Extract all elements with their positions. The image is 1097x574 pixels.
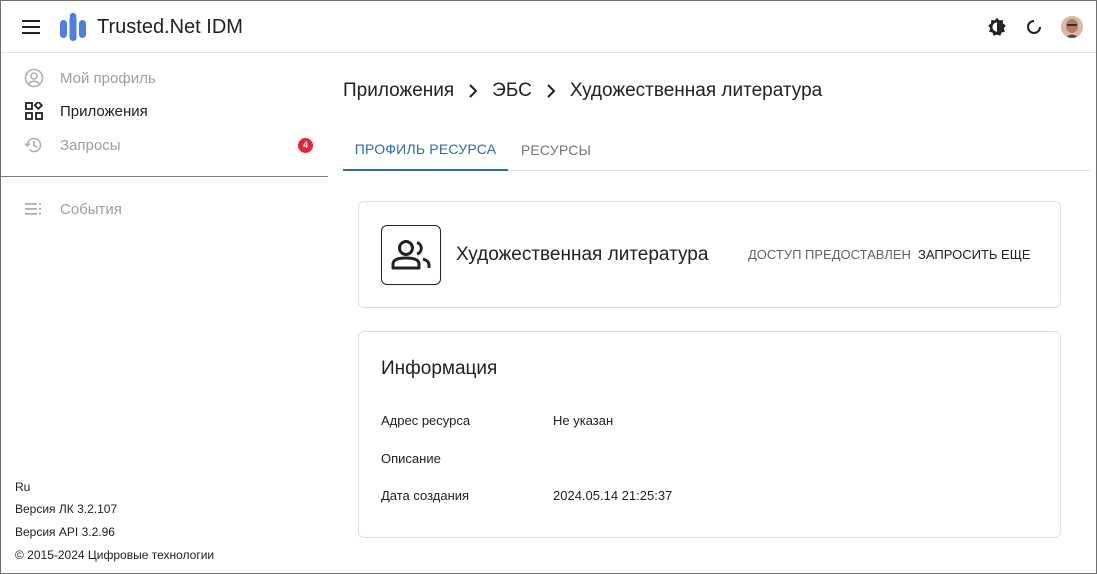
theme-toggle-button[interactable]	[986, 16, 1008, 38]
account-circle-icon	[23, 67, 45, 89]
brightness-icon	[988, 17, 1006, 36]
resource-card: Художественная литература ДОСТУП ПРЕДОСТ…	[358, 201, 1061, 308]
breadcrumb-item-current: Художественная литература	[569, 80, 823, 101]
tab-resources[interactable]: РЕСУРСЫ	[508, 128, 604, 171]
breadcrumb-item-applications[interactable]: Приложения	[343, 80, 454, 102]
request-more-button[interactable]: ЗАПРОСИТЬ ЕЩЕ	[918, 247, 1031, 262]
avatar-image	[1061, 16, 1083, 38]
menu-icon	[22, 20, 40, 34]
breadcrumb-item-ebs[interactable]: ЭБС	[492, 80, 532, 102]
menu-button[interactable]	[20, 17, 42, 37]
sidebar-item-profile[interactable]: Мой профиль	[1, 62, 328, 94]
sidebar-item-applications[interactable]: Приложения	[1, 95, 328, 127]
info-title: Информация	[381, 358, 498, 379]
sidebar-item-label: Приложения	[60, 102, 148, 120]
app-title: Trusted.Net IDM	[97, 16, 243, 38]
info-value-address: Не указан	[553, 413, 614, 428]
refresh-icon	[1027, 20, 1041, 34]
resource-title: Художественная литература	[456, 244, 709, 265]
logo-icon	[60, 12, 86, 42]
history-icon	[23, 134, 45, 156]
sidebar-item-events[interactable]: События	[1, 193, 328, 225]
apps-grid-icon	[23, 100, 45, 122]
refresh-button[interactable]	[1023, 16, 1045, 38]
language-switch[interactable]: Ru	[15, 480, 30, 494]
top-app-bar: Trusted.Net IDM	[1, 1, 1096, 53]
info-label-description: Описание	[381, 451, 441, 466]
info-card: Информация Адрес ресурса Не указан Описа…	[358, 331, 1061, 538]
tab-bar: ПРОФИЛЬ РЕСУРСА РЕСУРСЫ	[343, 128, 1090, 171]
version-lk: Версия ЛК 3.2.107	[15, 502, 118, 516]
avatar[interactable]	[1061, 16, 1083, 38]
info-label-created: Дата создания	[381, 488, 470, 503]
access-status: ДОСТУП ПРЕДОСТАВЛЕН	[748, 247, 911, 262]
sidebar-item-label: Мой профиль	[60, 69, 156, 87]
breadcrumb: Приложения ЭБС Художественная литература	[343, 80, 822, 102]
sidebar-item-label: Запросы	[60, 136, 121, 154]
list-icon	[23, 198, 45, 220]
info-value-created: 2024.05.14 21:25:37	[553, 488, 673, 503]
copyright: © 2015-2024 Цифровые технологии	[15, 548, 215, 562]
sidebar-divider	[1, 176, 328, 177]
sidebar-item-label: События	[60, 200, 122, 218]
group-icon	[391, 240, 431, 270]
notification-badge: 4	[298, 137, 313, 153]
chevron-right-icon	[546, 84, 556, 98]
resource-icon-box	[381, 225, 441, 285]
tab-resource-profile[interactable]: ПРОФИЛЬ РЕСУРСА	[343, 128, 508, 171]
sidebar-item-requests[interactable]: Запросы 4	[1, 129, 328, 161]
version-api: Версия API 3.2.96	[15, 525, 115, 539]
chevron-right-icon	[468, 84, 478, 98]
sidebar: Мой профиль Приложения Запросы 4 События…	[1, 54, 328, 573]
info-label-address: Адрес ресурса	[381, 413, 471, 428]
